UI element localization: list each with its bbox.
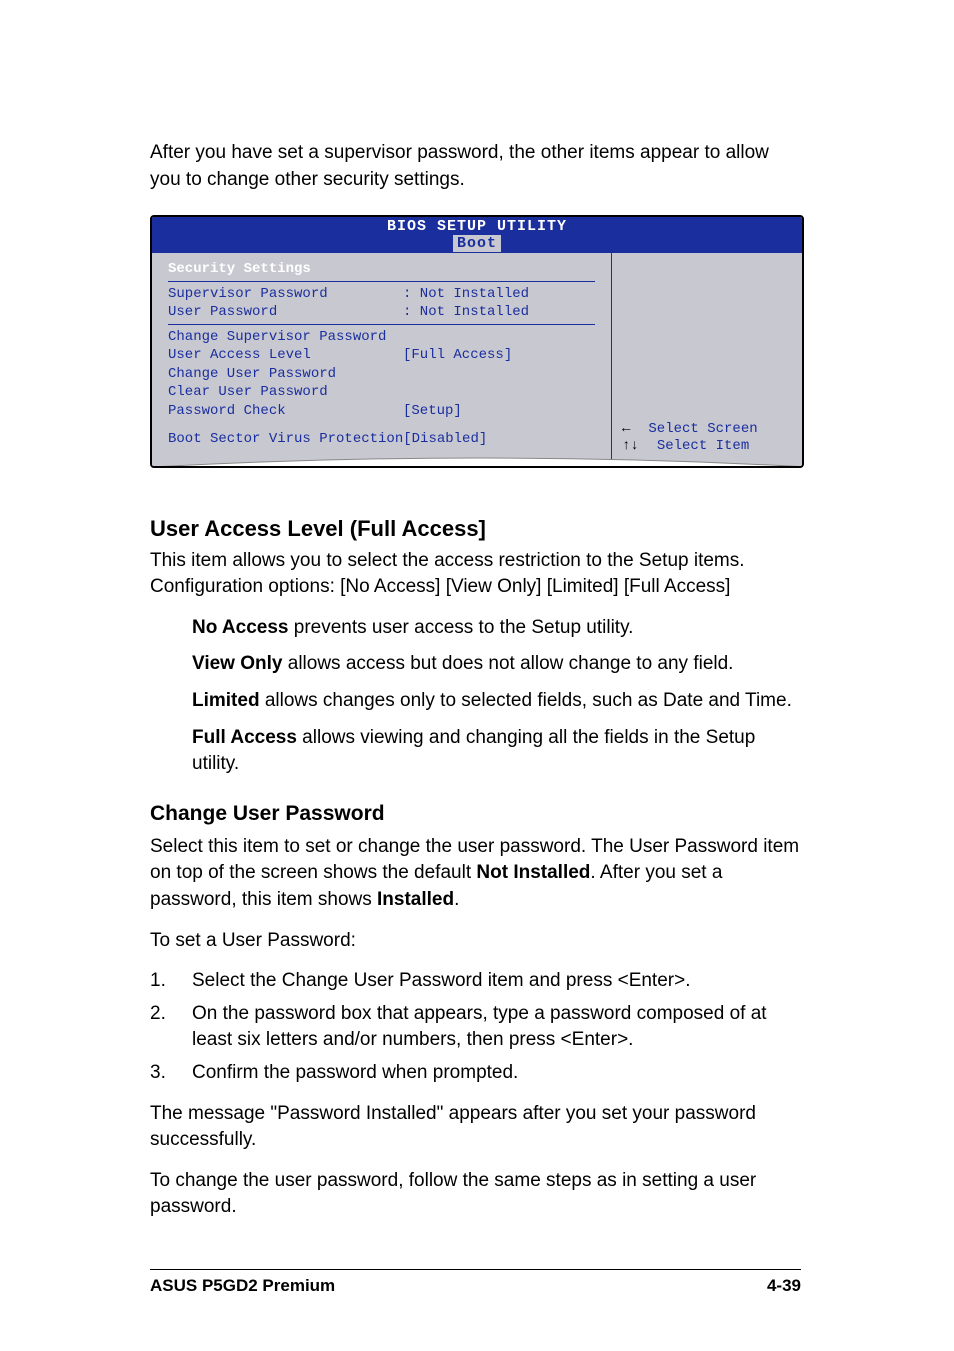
bios-status-value: : Not Installed <box>403 304 529 322</box>
bios-header-tab: Boot <box>453 235 501 252</box>
bios-help-line: ← Select Screen <box>622 421 758 439</box>
footer-content: ASUS P5GD2 Premium 4-39 <box>150 1276 801 1296</box>
change-user-password-intro: Select this item to set or change the us… <box>150 834 804 914</box>
user-access-intro: This item allows you to select the acces… <box>150 548 804 601</box>
bios-setup-utility-box: BIOS SETUP UTILITY Boot Security Setting… <box>150 215 804 468</box>
option-limited: Limited allows changes only to selected … <box>192 688 804 715</box>
option-view-only: View Only allows access but does not all… <box>192 651 804 678</box>
after-text-2: To change the user password, follow the … <box>150 1168 804 1221</box>
option-full-access: Full Access allows viewing and changing … <box>192 725 804 778</box>
option-no-access: No Access prevents user access to the Se… <box>192 615 804 642</box>
page-footer: ASUS P5GD2 Premium 4-39 <box>150 1269 801 1296</box>
step-number: 1. <box>150 968 192 995</box>
bios-item-clear-user-password[interactable]: Clear User Password <box>168 384 595 402</box>
step-text: On the password box that appears, type a… <box>192 1001 804 1054</box>
options-block: No Access prevents user access to the Se… <box>150 615 804 778</box>
option-text: allows changes only to selected fields, … <box>260 690 792 711</box>
bios-status-label: Supervisor Password <box>168 286 403 304</box>
step-number: 3. <box>150 1060 192 1087</box>
bios-item-label: Clear User Password <box>168 384 403 402</box>
intro-paragraph: After you have set a supervisor password… <box>150 140 804 193</box>
step-item: 3.Confirm the password when prompted. <box>150 1060 804 1087</box>
bios-header: BIOS SETUP UTILITY Boot <box>152 217 802 253</box>
bios-status-value: : Not Installed <box>403 286 529 304</box>
bios-help-label: Select Screen <box>648 421 757 439</box>
bios-status-line: Supervisor Password : Not Installed <box>168 286 595 304</box>
heading-change-user-password: Change User Password <box>150 802 804 826</box>
bios-item-label: Boot Sector Virus Protection <box>168 431 403 449</box>
footer-left: ASUS P5GD2 Premium <box>150 1276 335 1296</box>
bios-item-change-user-password[interactable]: Change User Password <box>168 366 595 384</box>
bios-help-block: ← Select Screen ↑↓ Select Item <box>622 421 758 456</box>
footer-right: 4-39 <box>767 1276 801 1296</box>
bios-right-panel: ← Select Screen ↑↓ Select Item <box>612 253 802 466</box>
text-bold: Not Installed <box>476 862 590 883</box>
step-number: 2. <box>150 1001 192 1054</box>
step-item: 1.Select the Change User Password item a… <box>150 968 804 995</box>
step-text: Select the Change User Password item and… <box>192 968 690 995</box>
bios-item-label: User Access Level <box>168 347 403 365</box>
bios-item-change-supervisor-password[interactable]: Change Supervisor Password <box>168 329 595 347</box>
option-bold: Full Access <box>192 727 297 748</box>
bios-left-panel: Security Settings Supervisor Password : … <box>152 253 612 466</box>
option-text: allows access but does not allow change … <box>282 653 733 674</box>
bios-section-title: Security Settings <box>168 261 595 279</box>
text-fragment: . <box>454 889 459 910</box>
bios-item-value: [Setup] <box>403 403 462 421</box>
option-bold: No Access <box>192 617 288 638</box>
bios-status-label: User Password <box>168 304 403 322</box>
bios-item-label: Change User Password <box>168 366 403 384</box>
bios-help-line: ↑↓ Select Item <box>622 438 758 456</box>
option-bold: View Only <box>192 653 282 674</box>
bios-item-password-check[interactable]: Password Check [Setup] <box>168 403 595 421</box>
bios-divider <box>168 324 595 325</box>
bios-item-value: [Disabled] <box>403 431 487 449</box>
text-bold: Installed <box>377 889 454 910</box>
after-text-1: The message "Password Installed" appears… <box>150 1101 804 1154</box>
step-text: Confirm the password when prompted. <box>192 1060 518 1087</box>
footer-divider <box>150 1269 801 1270</box>
bios-item-label: Password Check <box>168 403 403 421</box>
step-item: 2.On the password box that appears, type… <box>150 1001 804 1054</box>
bios-gap <box>168 421 595 431</box>
arrow-left-icon: ← <box>622 421 630 439</box>
bios-item-boot-sector-virus-protection[interactable]: Boot Sector Virus Protection [Disabled] <box>168 431 595 449</box>
bios-body: Security Settings Supervisor Password : … <box>152 253 802 466</box>
bios-help-label: Select Item <box>657 438 749 456</box>
bios-header-title: BIOS SETUP UTILITY <box>152 218 802 235</box>
steps-lead: To set a User Password: <box>150 928 804 955</box>
bios-item-user-access-level[interactable]: User Access Level [Full Access] <box>168 347 595 365</box>
steps-list: 1.Select the Change User Password item a… <box>150 968 804 1086</box>
heading-user-access-level: User Access Level (Full Access] <box>150 516 804 542</box>
option-bold: Limited <box>192 690 260 711</box>
bios-divider <box>168 281 595 282</box>
bios-item-label: Change Supervisor Password <box>168 329 403 347</box>
bios-status-line: User Password : Not Installed <box>168 304 595 322</box>
arrow-updown-icon: ↑↓ <box>622 438 639 456</box>
option-text: prevents user access to the Setup utilit… <box>288 617 633 638</box>
bios-item-value: [Full Access] <box>403 347 512 365</box>
